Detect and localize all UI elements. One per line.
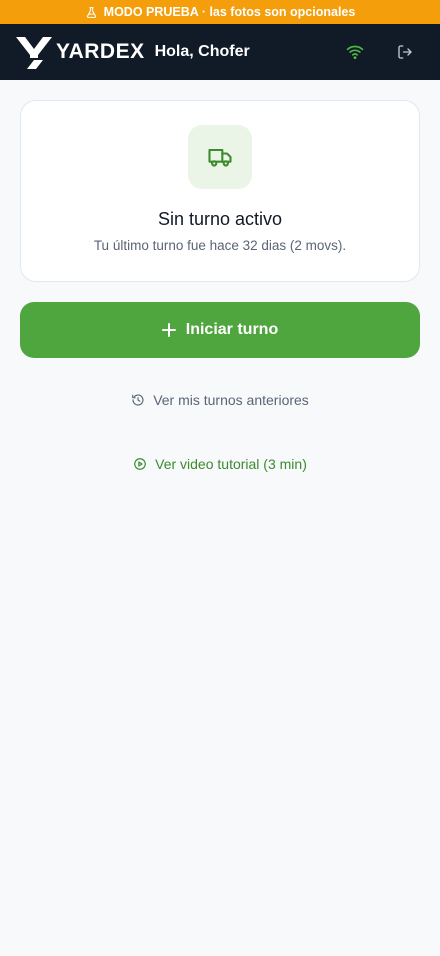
brand-logo: YARDEX (16, 34, 145, 70)
test-mode-banner: MODO PRUEBA · las fotos son opcionales (0, 0, 440, 24)
yardex-logo-icon (16, 37, 52, 69)
start-shift-button[interactable]: Iniciar turno (20, 302, 420, 358)
plus-icon (161, 323, 176, 337)
card-subtitle: Tu último turno fue hace 32 dias (2 movs… (93, 238, 347, 253)
card-title: Sin turno activo (157, 209, 283, 229)
wifi-icon (346, 45, 364, 60)
truck-icon (208, 148, 232, 167)
connection-status (346, 43, 364, 61)
video-tutorial-link[interactable]: Ver video tutorial (3 min) (20, 456, 420, 472)
video-tutorial-label: Ver video tutorial (3 min) (155, 456, 307, 472)
main-content: Sin turno activo Tu último turno fue hac… (0, 80, 440, 472)
shift-history-link[interactable]: Ver mis turnos anteriores (20, 392, 420, 408)
logout-icon (398, 45, 412, 59)
test-mode-text: MODO PRUEBA · las fotos son opcionales (103, 5, 356, 19)
app-header: YARDEX Hola, Chofer (0, 24, 440, 80)
history-icon (132, 394, 144, 406)
truck-badge (188, 125, 252, 189)
shift-history-label: Ver mis turnos anteriores (153, 392, 309, 408)
play-circle-icon (134, 458, 146, 470)
logout-button[interactable] (396, 43, 414, 61)
shift-status-card: Sin turno activo Tu último turno fue hac… (20, 100, 420, 282)
flask-icon (86, 6, 96, 18)
start-shift-label: Iniciar turno (185, 321, 279, 338)
brand-name: YARDEX (56, 40, 145, 63)
greeting-text: Hola, Chofer (154, 43, 250, 60)
